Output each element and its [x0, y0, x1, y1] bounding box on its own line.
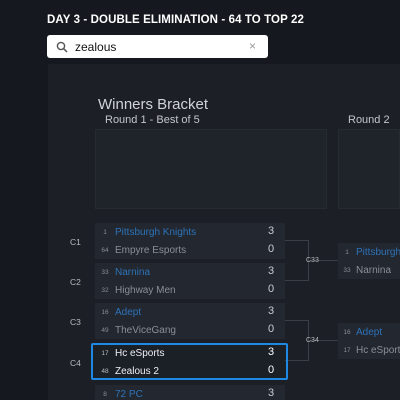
team-row[interactable]: 16 Adept 3 [95, 303, 285, 321]
team-row[interactable]: 1 Pittsburgh Knights 3 [95, 223, 285, 241]
team-name[interactable]: Pittsburgh Knights [115, 227, 265, 238]
round-2-label: Round 2 [348, 114, 390, 126]
match-label-c4: C4 [70, 358, 81, 368]
search-match-highlight [91, 343, 288, 380]
search-bar[interactable]: × [47, 35, 268, 58]
team-row[interactable]: 49 TheViceGang 0 [95, 321, 285, 339]
search-icon [56, 41, 68, 53]
match-label-c34: C34 [306, 337, 319, 344]
team-score: 3 [268, 265, 275, 277]
team-seed: 16 [101, 308, 109, 316]
search-input[interactable] [75, 37, 235, 56]
match-label-c2: C2 [70, 277, 81, 287]
team-score: 3 [268, 387, 275, 399]
team-row[interactable]: 33 Narnina [338, 261, 400, 279]
team-seed: 33 [101, 268, 109, 276]
team-seed: 49 [101, 326, 109, 334]
team-seed: 64 [101, 246, 109, 254]
team-row[interactable]: 33 Narnina 3 [95, 263, 285, 281]
team-name[interactable]: Adept [115, 307, 265, 318]
team-score: 3 [268, 305, 275, 317]
team-name[interactable]: Adept [356, 327, 382, 338]
bracket-title: Winners Bracket [98, 96, 209, 113]
round-1-header [95, 129, 327, 209]
team-row[interactable]: 16 Adept [338, 323, 400, 341]
team-score: 0 [268, 323, 275, 335]
team-row[interactable]: 8 72 PC 3 [95, 385, 285, 400]
team-name[interactable]: Narnina [356, 265, 391, 276]
team-name[interactable]: Pittsburgh Knights [356, 247, 400, 258]
team-score: 3 [268, 225, 275, 237]
team-row[interactable]: 32 Highway Men 0 [95, 281, 285, 299]
team-score: 0 [268, 283, 275, 295]
team-seed: 8 [103, 390, 107, 398]
team-name[interactable]: TheViceGang [115, 325, 265, 336]
match-label-c3: C3 [70, 317, 81, 327]
team-name[interactable]: Highway Men [115, 285, 265, 296]
team-name[interactable]: Empyre Esports [115, 245, 265, 256]
team-seed: 16 [343, 328, 351, 336]
match-label-c33: C33 [306, 257, 319, 264]
match-label-c1: C1 [70, 237, 81, 247]
team-seed: 1 [103, 228, 107, 236]
team-name[interactable]: Narnina [115, 267, 265, 278]
team-seed: 33 [343, 266, 351, 274]
team-row[interactable]: 1 Pittsburgh Knights [338, 243, 400, 261]
team-seed: 1 [345, 248, 349, 256]
team-name[interactable]: Hc eSports [356, 345, 400, 356]
page-title: DAY 3 - DOUBLE ELIMINATION - 64 TO TOP 2… [47, 14, 304, 26]
round-1-label: Round 1 - Best of 5 [105, 114, 200, 126]
team-seed: 17 [343, 346, 351, 354]
close-icon[interactable]: × [249, 40, 256, 52]
round-2-header [338, 129, 400, 209]
team-row[interactable]: 17 Hc eSports [338, 341, 400, 359]
team-row[interactable]: 64 Empyre Esports 0 [95, 241, 285, 259]
team-seed: 32 [101, 286, 109, 294]
team-name[interactable]: 72 PC [115, 389, 265, 400]
team-score: 0 [268, 243, 275, 255]
